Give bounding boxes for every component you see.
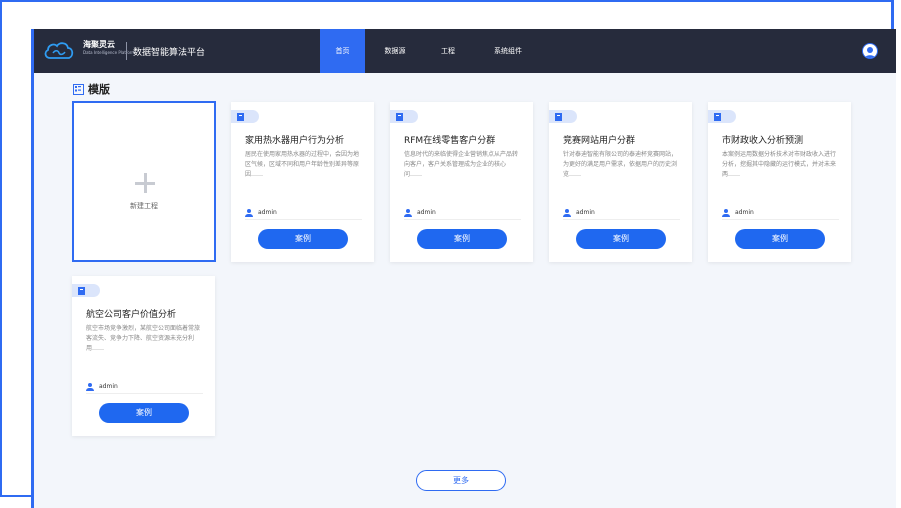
card-tag (231, 110, 259, 123)
template-card: 家用热水器用户行为分析 居民在使用家用热水器的过程中，会因为地区气候，区域不同和… (231, 102, 374, 262)
header-divider (126, 42, 127, 60)
template-card: RFM在线零售客户分群 信息时代的来临使得企业营销焦点从产品转向客户，客户关系管… (390, 102, 533, 262)
case-button[interactable]: 案例 (99, 403, 189, 423)
template-card: 航空公司客户价值分析 航空市场竞争激烈，某航空公司面临着常旅客流失、竞争力下降、… (72, 276, 215, 436)
brand-subtitle: Data Intelligence Platform (83, 50, 136, 55)
card-title: 竞赛网站用户分群 (563, 136, 636, 146)
case-button[interactable]: 案例 (258, 229, 348, 249)
user-icon (86, 382, 94, 391)
card-tag (72, 284, 100, 297)
section-title: 模版 (73, 81, 110, 97)
nav-system-components[interactable]: 系统组件 (471, 29, 545, 73)
card-user-name: admin (258, 209, 277, 216)
template-card: 竞赛网站用户分群 针对泰迪智能有限公司的泰迪杯竞赛网站，为更好的满足用户需求，依… (549, 102, 692, 262)
card-title: 市财政收入分析预测 (722, 136, 804, 146)
card-user-name: admin (99, 383, 118, 390)
card-description: 航空市场竞争激烈，某航空公司面临着常旅客流失、竞争力下降、航空资源未充分利用…… (86, 325, 201, 352)
cloud-logo-icon (44, 42, 74, 59)
nav-datasource[interactable]: 数据源 (365, 29, 425, 73)
frame-edge-left (31, 29, 34, 508)
user-avatar-icon[interactable] (862, 43, 878, 59)
platform-title: 数据智能算法平台 (133, 48, 206, 58)
card-description: 本案例运用数据分析技术对市财政收入进行分析，挖掘其中隐藏的运行模式，并对未来两…… (722, 151, 837, 178)
card-title: RFM在线零售客户分群 (404, 136, 496, 146)
card-user-name: admin (735, 209, 754, 216)
user-icon (404, 208, 412, 217)
card-user: admin (722, 206, 839, 220)
template-grid-icon (73, 83, 84, 95)
user-icon (722, 208, 730, 217)
bookmark-icon (78, 287, 85, 295)
card-title: 航空公司客户价值分析 (86, 310, 177, 320)
card-tag (390, 110, 418, 123)
card-title: 家用热水器用户行为分析 (245, 136, 345, 146)
user-icon (563, 208, 571, 217)
card-tag (549, 110, 577, 123)
app-window: 海聚灵云 Data Intelligence Platform 数据智能算法平台… (31, 29, 896, 508)
user-icon (245, 208, 253, 217)
case-button[interactable]: 案例 (735, 229, 825, 249)
plus-icon (135, 173, 155, 193)
bookmark-icon (714, 113, 721, 121)
main-nav: 首页 数据源 工程 系统组件 (320, 29, 545, 73)
card-user: admin (563, 206, 680, 220)
top-navbar: 海聚灵云 Data Intelligence Platform 数据智能算法平台… (31, 29, 896, 73)
more-button[interactable]: 更多 (416, 470, 506, 491)
card-user-name: admin (417, 209, 436, 216)
brand-name: 海聚灵云 (83, 40, 115, 49)
card-user: admin (86, 380, 203, 394)
nav-home[interactable]: 首页 (320, 29, 365, 73)
card-tag (708, 110, 736, 123)
new-project-label: 新建工程 (130, 202, 158, 210)
nav-project[interactable]: 工程 (425, 29, 471, 73)
brand: 海聚灵云 Data Intelligence Platform (83, 40, 135, 56)
case-button[interactable]: 案例 (417, 229, 507, 249)
bookmark-icon (237, 113, 244, 121)
card-user-name: admin (576, 209, 595, 216)
card-user: admin (245, 206, 362, 220)
section-title-text: 模版 (88, 83, 110, 96)
template-card: 市财政收入分析预测 本案例运用数据分析技术对市财政收入进行分析，挖掘其中隐藏的运… (708, 102, 851, 262)
bookmark-icon (555, 113, 562, 121)
card-user: admin (404, 206, 521, 220)
bookmark-icon (396, 113, 403, 121)
new-project-card[interactable]: 新建工程 (72, 101, 216, 262)
card-description: 针对泰迪智能有限公司的泰迪杯竞赛网站，为更好的满足用户需求，依据用户的历史浏览…… (563, 151, 678, 178)
card-description: 居民在使用家用热水器的过程中，会因为地区气候，区域不同和用户年龄性别差异等原因…… (245, 151, 360, 178)
card-description: 信息时代的来临使得企业营销焦点从产品转向客户，客户关系管理成为企业的核心问…… (404, 151, 519, 178)
case-button[interactable]: 案例 (576, 229, 666, 249)
